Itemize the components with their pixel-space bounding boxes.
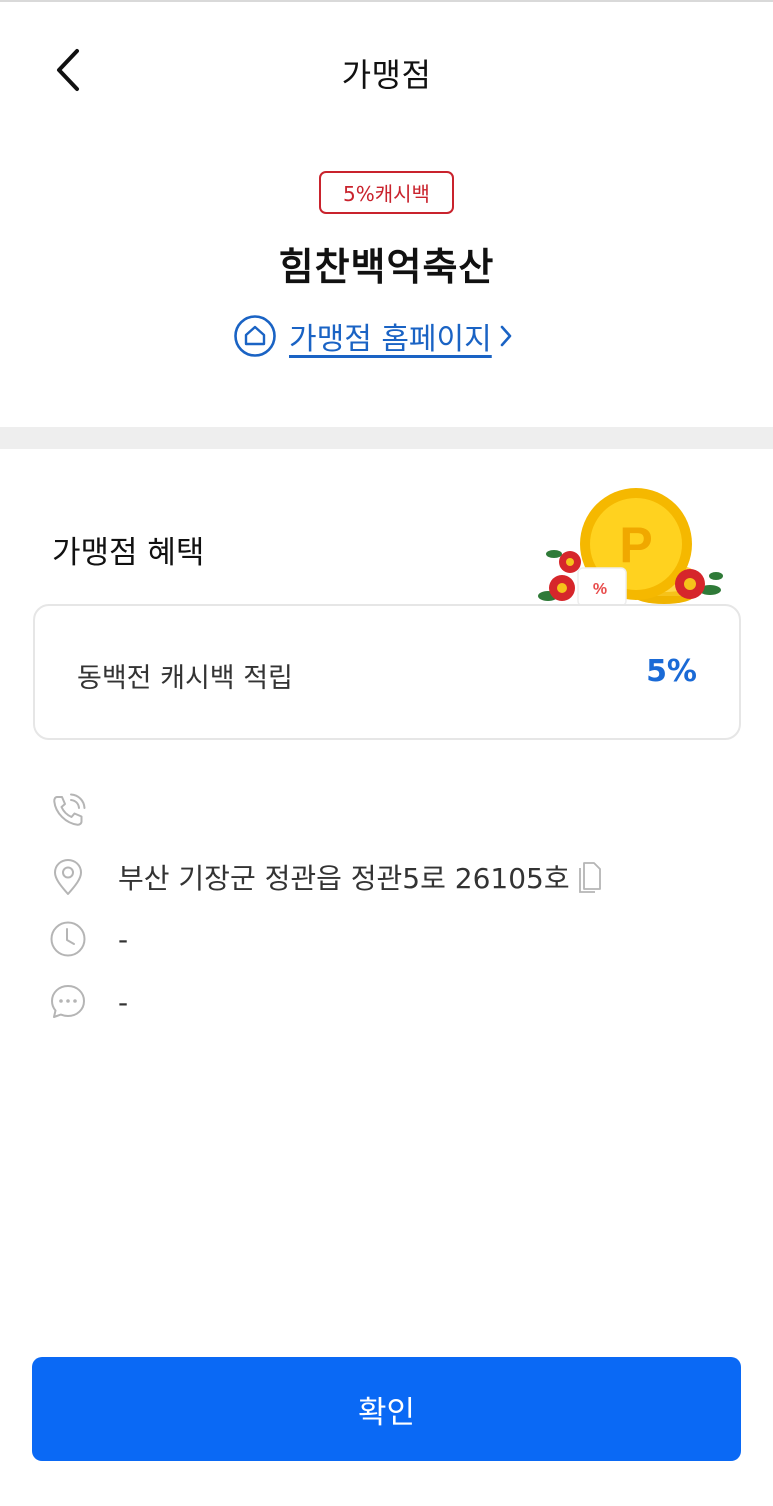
benefit-card: 동백전 캐시백 적립 5% [33,604,741,740]
description-row: - [48,978,748,1026]
cashback-badge: 5%캐시백 [319,171,454,214]
chat-bubble-icon [51,985,85,1018]
benefit-label: 동백전 캐시백 적립 [77,663,293,694]
benefits-section-title: 가맹점 혜택 [52,535,205,571]
store-homepage-link[interactable]: 가맹점 홈페이지 [233,313,516,359]
homepage-link-label: 가맹점 홈페이지 [289,322,492,357]
section-divider [0,427,773,449]
app-header: 가맹점 [0,2,773,142]
home-icon [234,315,276,357]
store-name: 힘찬백억축산 [278,245,495,289]
svg-text:P: P [619,517,652,573]
clock-icon [50,921,86,957]
copy-icon[interactable] [576,860,602,894]
phone-row [48,787,748,835]
address-row: 부산 기장군 정관읍 정관5로 26105호 [48,853,748,901]
benefit-value: 5% [646,654,697,689]
hours-row: - [48,915,748,963]
page-title: 가맹점 [341,56,432,94]
svg-text:%: % [593,581,607,598]
gold-coin-illustration: P % [538,488,723,607]
confirm-button[interactable]: 확인 [32,1357,741,1461]
address-text: 부산 기장군 정관읍 정관5로 26105호 [118,862,570,895]
phone-icon [53,793,86,826]
chevron-right-icon [500,325,512,347]
location-pin-icon [54,859,82,895]
description-text: - [118,985,129,1019]
hours-text: - [118,922,129,956]
